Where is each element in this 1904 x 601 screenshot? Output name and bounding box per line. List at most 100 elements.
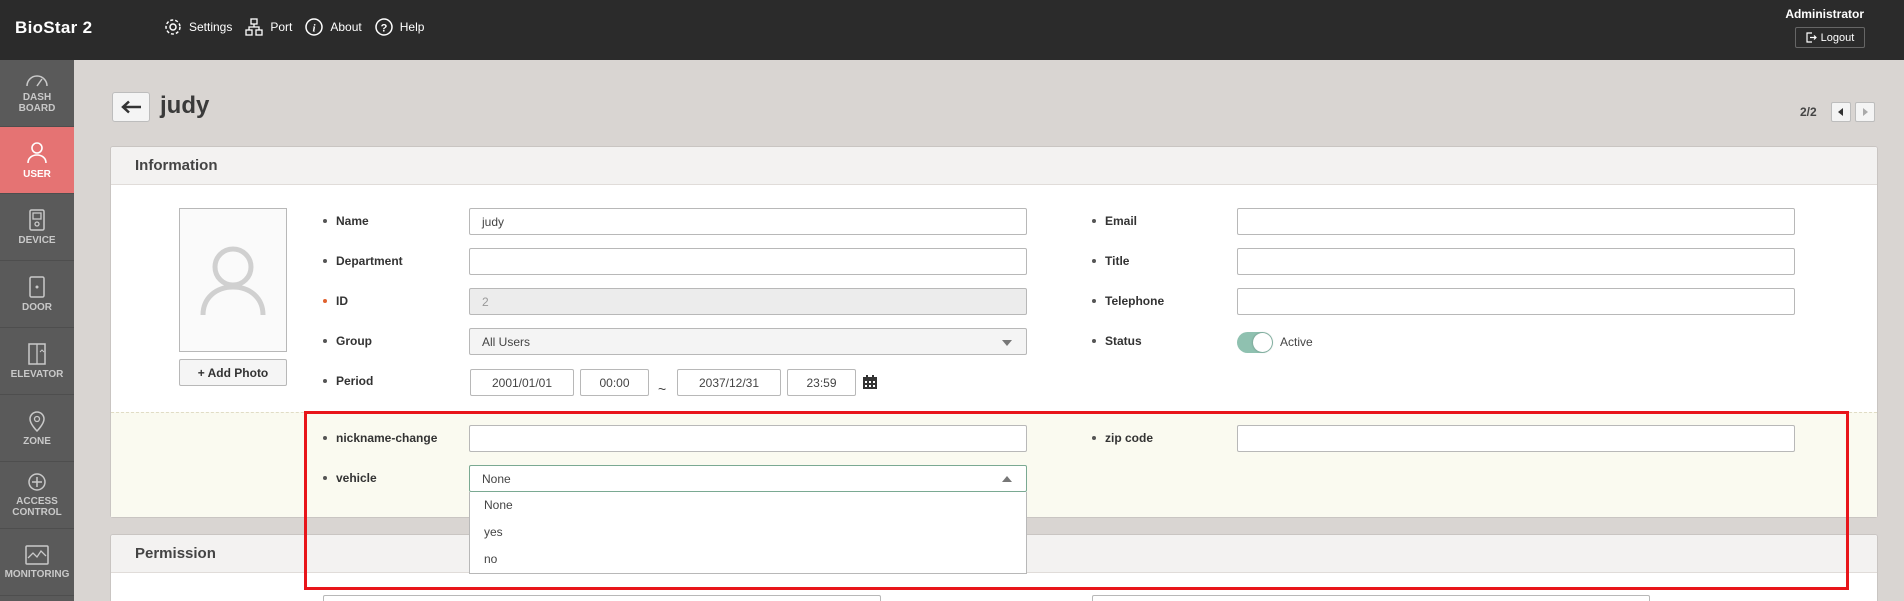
sidebar-label: DOOR	[22, 301, 52, 313]
bullet	[323, 219, 327, 223]
permission-field-left[interactable]	[323, 595, 881, 601]
logout-button[interactable]: Logout	[1795, 27, 1865, 48]
period-start-time[interactable]: 00:00	[580, 369, 649, 396]
top-nav: Settings Port i About ? Help	[163, 17, 436, 37]
sidebar-label: BOARD	[18, 103, 56, 114]
sidebar-item-dashboard[interactable]: DASH BOARD	[0, 60, 74, 127]
dashboard-icon	[26, 75, 48, 87]
about-label: About	[330, 20, 362, 34]
about-nav[interactable]: i About	[304, 17, 362, 37]
sidebar-label: MONITORING	[4, 568, 70, 580]
title-field[interactable]	[1237, 248, 1795, 275]
logout-icon	[1806, 32, 1817, 43]
elevator-icon	[28, 342, 46, 365]
department-field[interactable]	[469, 248, 1027, 275]
nickname-label: nickname-change	[323, 431, 437, 445]
sidebar-item-access-control[interactable]: ACCESS CONTROL	[0, 462, 74, 529]
vehicle-option-none[interactable]: None	[470, 492, 1026, 519]
next-user-button[interactable]	[1855, 102, 1875, 122]
bullet	[323, 379, 327, 383]
vehicle-option-yes[interactable]: yes	[470, 519, 1026, 546]
chevron-down-icon	[1002, 340, 1012, 346]
calendar-icon[interactable]	[862, 374, 878, 390]
period-end-date[interactable]: 2037/12/31	[677, 369, 781, 396]
svg-text:i: i	[313, 23, 317, 35]
telephone-field[interactable]	[1237, 288, 1795, 315]
status-label: Status	[1092, 334, 1142, 348]
sidebar-item-monitoring[interactable]: MONITORING	[0, 529, 74, 596]
nickname-field[interactable]	[469, 425, 1027, 452]
logout-label: Logout	[1820, 31, 1855, 44]
settings-label: Settings	[189, 20, 233, 34]
port-nav[interactable]: Port	[244, 17, 292, 37]
chevron-right-icon	[1863, 108, 1868, 116]
vehicle-option-no[interactable]: no	[470, 546, 1026, 573]
sidebar-item-elevator[interactable]: ELEVATOR	[0, 328, 74, 395]
gear-icon	[165, 19, 181, 35]
avatar-placeholder-icon	[200, 246, 266, 315]
title-label: Title	[1092, 254, 1129, 268]
vehicle-value: None	[482, 471, 511, 486]
sidebar-label: DEVICE	[18, 234, 56, 246]
help-icon: ?	[374, 18, 393, 36]
bullet	[323, 259, 327, 263]
prev-user-button[interactable]	[1831, 102, 1851, 122]
sidebar-item-zone[interactable]: ZONE	[0, 395, 74, 462]
bullet	[323, 476, 327, 480]
name-label: Name	[323, 214, 369, 228]
period-end-time[interactable]: 23:59	[787, 369, 856, 396]
account-name: Administrator	[1785, 7, 1864, 21]
title-label-text: Title	[1105, 254, 1130, 268]
device-icon	[29, 208, 45, 231]
status-toggle[interactable]	[1237, 332, 1273, 353]
bullet	[1092, 259, 1096, 263]
back-button[interactable]	[112, 92, 150, 122]
vehicle-select[interactable]: None	[469, 465, 1027, 492]
access-control-icon	[28, 473, 46, 491]
help-nav[interactable]: ? Help	[374, 17, 424, 37]
port-label: Port	[270, 20, 293, 34]
name-field[interactable]: judy	[469, 208, 1027, 235]
period-separator: ~	[658, 381, 667, 397]
id-field: 2	[469, 288, 1027, 315]
bullet	[1092, 299, 1096, 303]
status-value: Active	[1280, 335, 1313, 349]
period-start-date[interactable]: 2001/01/01	[470, 369, 574, 396]
chevron-left-icon	[1838, 108, 1843, 116]
group-select[interactable]: All Users	[469, 328, 1027, 355]
sidebar: DASH BOARD USER DEVICE DOOR ELEVATOR ZON…	[0, 60, 74, 601]
period-label-text: Period	[336, 374, 374, 388]
chevron-up-icon	[1002, 476, 1012, 482]
settings-nav[interactable]: Settings	[163, 17, 232, 37]
id-label-text: ID	[336, 294, 348, 308]
zip-code-field[interactable]	[1237, 425, 1795, 452]
sidebar-item-user[interactable]: USER	[0, 127, 74, 194]
bullet	[1092, 219, 1096, 223]
sidebar-item-device[interactable]: DEVICE	[0, 194, 74, 261]
zip-code-label: zip code	[1092, 431, 1153, 445]
arrow-left-icon	[121, 100, 141, 114]
permission-field-right[interactable]	[1092, 595, 1650, 601]
door-icon	[29, 275, 45, 298]
zone-icon	[29, 410, 45, 432]
zip-code-label-text: zip code	[1105, 431, 1154, 445]
information-header: Information	[111, 147, 1877, 185]
bullet	[1092, 339, 1096, 343]
sidebar-label: ELEVATOR	[10, 368, 64, 380]
email-label-text: Email	[1105, 214, 1138, 228]
sidebar-item-door[interactable]: DOOR	[0, 261, 74, 328]
group-value: All Users	[482, 334, 531, 349]
bullet	[323, 436, 327, 440]
top-bar: BioStar 2 Settings Port i About ? Help A…	[0, 0, 1904, 60]
group-label-text: Group	[336, 334, 372, 348]
toggle-knob	[1253, 333, 1272, 352]
app-title: BioStar 2	[15, 18, 93, 37]
vehicle-label-text: vehicle	[336, 471, 377, 485]
sidebar-label: ZONE	[23, 435, 51, 447]
email-field[interactable]	[1237, 208, 1795, 235]
vehicle-dropdown-list: None yes no	[469, 492, 1027, 574]
telephone-label-text: Telephone	[1105, 294, 1165, 308]
period-label: Period	[323, 374, 373, 388]
nickname-label-text: nickname-change	[336, 431, 438, 445]
add-photo-button[interactable]: + Add Photo	[179, 359, 287, 386]
